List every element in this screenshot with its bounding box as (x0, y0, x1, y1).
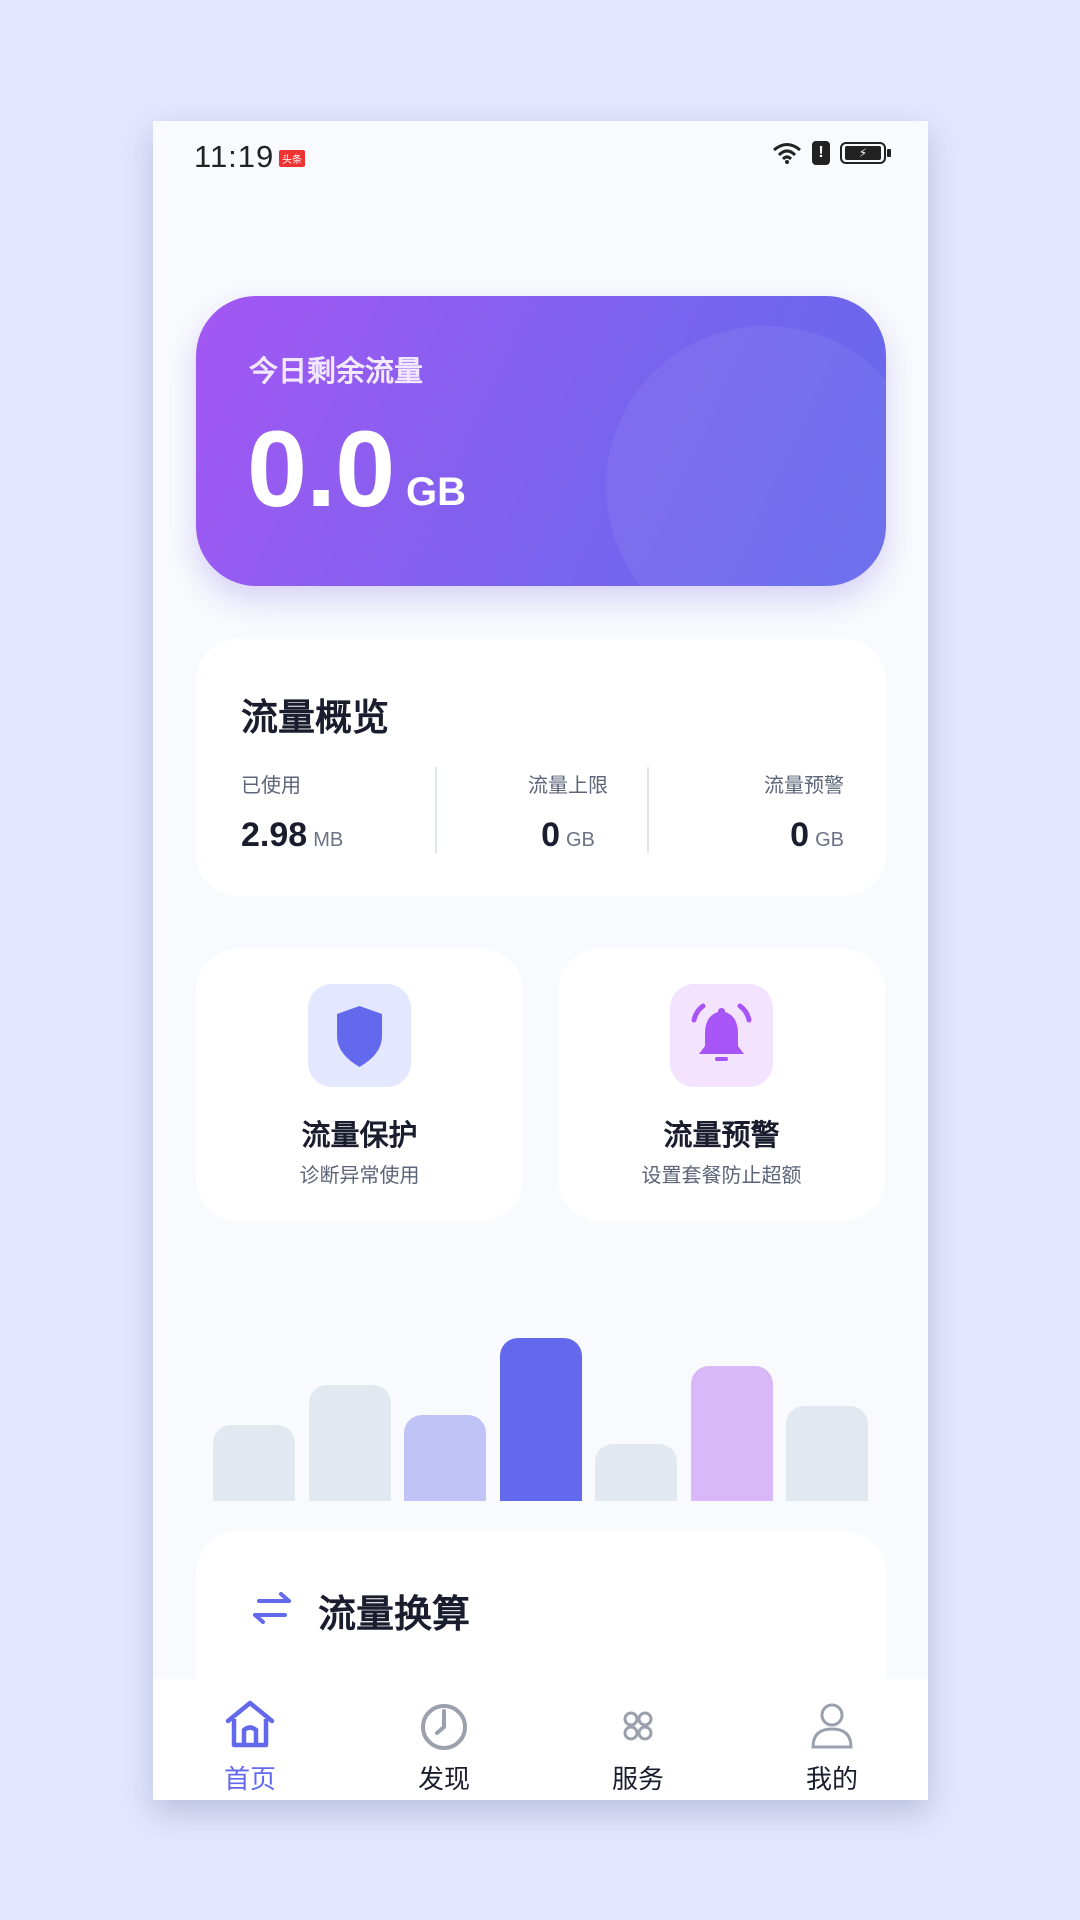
phone-screen: 11:19 头条 ! ⚡ 今日剩余流量 0.0 GB 流量概览 已使用 2.98… (153, 121, 928, 1800)
usage-bar (213, 1425, 295, 1501)
shield-icon (337, 1006, 382, 1067)
alert-icon: ! (812, 141, 830, 165)
usage-bar-chart (213, 1311, 868, 1501)
nav-home[interactable]: 首页 (153, 1679, 347, 1800)
usage-bar (690, 1366, 773, 1501)
nav-services-label: 服务 (611, 1764, 664, 1794)
nav-profile[interactable]: 我的 (735, 1679, 928, 1800)
stat-limit-unit: GB (566, 829, 595, 851)
stat-divider (435, 767, 437, 853)
bell-icon (691, 1003, 752, 1061)
nav-profile-label: 我的 (805, 1764, 858, 1794)
data-warning-title: 流量预警 (663, 1120, 780, 1152)
overview-title: 流量概览 (241, 697, 389, 738)
stat-used: 已使用 2.98 MB (241, 769, 343, 855)
services-icon (623, 1711, 653, 1741)
data-protection-card[interactable]: 流量保护 诊断异常使用 (196, 949, 523, 1221)
nav-discover[interactable]: 发现 (347, 1679, 541, 1800)
stat-limit: 流量上限 0 GB (498, 769, 638, 855)
compass-icon (421, 1704, 467, 1750)
status-time: 11:19 (194, 139, 275, 174)
toutiao-badge: 头条 (279, 150, 305, 167)
stat-warning-label: 流量预警 (764, 775, 844, 797)
home-icon (225, 1700, 275, 1748)
usage-bar (404, 1415, 486, 1501)
data-converter-title: 流量换算 (318, 1594, 471, 1636)
usage-bar (499, 1338, 582, 1501)
bell-icon-box (670, 984, 773, 1087)
shield-icon-box (308, 984, 411, 1087)
status-bar: 11:19 头条 ! ⚡ (153, 121, 928, 191)
swap-arrows-icon (253, 1592, 291, 1624)
usage-bar (308, 1385, 391, 1501)
nav-discover-label: 发现 (417, 1764, 470, 1794)
status-icons: ! ⚡ (772, 141, 891, 165)
nav-home-label: 首页 (223, 1764, 276, 1794)
stat-used-label: 已使用 (241, 775, 301, 797)
bottom-nav: 首页 发现 服务 我的 (153, 1679, 928, 1800)
remaining-data-card[interactable]: 今日剩余流量 0.0 GB (196, 296, 886, 586)
remaining-data-unit: GB (406, 470, 466, 514)
remaining-data-label: 今日剩余流量 (249, 356, 424, 388)
data-protection-title: 流量保护 (301, 1120, 418, 1152)
stat-limit-value: 0 (541, 816, 560, 854)
user-icon (811, 1703, 853, 1749)
usage-bar (595, 1444, 677, 1501)
data-protection-subtitle: 诊断异常使用 (299, 1165, 420, 1187)
battery-charging-icon: ⚡ (840, 142, 891, 164)
stat-used-value: 2.98 (241, 816, 308, 854)
stat-warning: 流量预警 0 GB (764, 769, 844, 855)
remaining-data-value: 0.0 (247, 408, 395, 529)
stat-warning-value: 0 (790, 816, 810, 854)
data-warning-subtitle: 设置套餐防止超额 (641, 1165, 802, 1187)
usage-bar (786, 1406, 868, 1501)
stat-used-unit: MB (313, 829, 344, 851)
nav-services[interactable]: 服务 (541, 1679, 735, 1800)
stat-divider (647, 767, 649, 853)
stat-warning-unit: GB (815, 829, 844, 851)
wifi-icon (773, 143, 801, 164)
data-warning-card[interactable]: 流量预警 设置套餐防止超额 (558, 949, 885, 1221)
stat-limit-label: 流量上限 (528, 775, 608, 797)
data-overview-card: 流量概览 已使用 2.98 MB 流量上限 0 GB 流量预警 0 GB (196, 639, 886, 896)
